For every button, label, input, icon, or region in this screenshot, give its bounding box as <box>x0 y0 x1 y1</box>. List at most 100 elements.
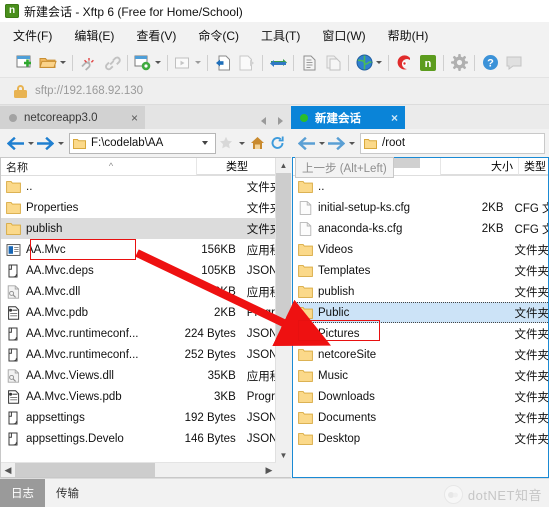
hscroll-track[interactable] <box>15 463 262 477</box>
table-row[interactable]: appsettings 192 Bytes JSON F <box>1 407 291 428</box>
menu-file[interactable]: 文件(F) <box>12 25 53 46</box>
back-button[interactable] <box>6 132 25 154</box>
table-row[interactable]: anaconda-ks.cfg 2KB CFG 文 <box>293 218 548 239</box>
transfer-left-icon[interactable] <box>213 53 233 73</box>
title-bar: n 新建会话 - Xftp 6 (Free for Home/School) <box>0 0 549 22</box>
table-row[interactable]: AA.Mvc.dll 9KB 应用程 <box>1 281 291 302</box>
back-button[interactable] <box>297 132 316 154</box>
open-folder-dropdown-icon[interactable] <box>58 53 67 73</box>
table-row[interactable]: AA.Mvc.Views.pdb 3KB Progra <box>1 386 291 407</box>
local-vertical-scrollbar[interactable]: ▲ ▼ <box>275 158 291 477</box>
tab-close-icon[interactable]: × <box>391 112 398 124</box>
menu-view[interactable]: 查看(V) <box>135 25 177 46</box>
open-folder-icon[interactable] <box>38 53 58 73</box>
lock-icon <box>14 84 27 98</box>
local-horizontal-scrollbar[interactable]: ◀ ▶ <box>1 462 276 477</box>
table-row[interactable]: Desktop 文件夹 <box>293 428 548 449</box>
cell-size: 3KB <box>214 390 236 403</box>
sync-transfer-icon[interactable] <box>268 53 288 73</box>
local-file-list: 名称 .. 文件夹 Properties 文件夹 publish 文件夹 AA.Mvc 156… <box>0 157 291 478</box>
tab-scroll-right-icon[interactable] <box>278 117 283 125</box>
xshell-icon[interactable] <box>394 53 414 73</box>
favorites-icon[interactable] <box>216 132 236 154</box>
table-row[interactable]: initial-setup-ks.cfg 2KB CFG 文 <box>293 197 548 218</box>
table-row[interactable]: AA.Mvc.runtimeconf... 224 Bytes JSON F <box>1 323 291 344</box>
table-row[interactable]: Public 文件夹 <box>293 302 548 323</box>
local-path-input[interactable]: F:\codelab\AA <box>69 132 216 154</box>
cell-name: Templates <box>293 264 435 278</box>
table-row[interactable]: AA.Mvc.runtimeconf... 252 Bytes JSON F <box>1 344 291 365</box>
tab-log[interactable]: 日志 <box>0 478 45 507</box>
back-dropdown-icon[interactable] <box>316 132 327 154</box>
scroll-left-icon[interactable]: ◀ <box>1 465 15 476</box>
menu-command[interactable]: 命令(C) <box>197 25 240 46</box>
table-row[interactable]: AA.Mvc.pdb 2KB Progra <box>1 302 291 323</box>
address-bar[interactable]: sftp://192.168.92.130 <box>0 78 549 105</box>
new-session-icon[interactable] <box>14 53 34 73</box>
chevron-down-icon[interactable] <box>202 141 208 145</box>
transfer-dropdown-icon <box>193 53 202 73</box>
table-row[interactable]: Downloads 文件夹 <box>293 386 548 407</box>
favorites-dropdown-icon[interactable] <box>236 132 247 154</box>
folder-icon <box>298 264 313 277</box>
cell-name: Documents <box>293 411 435 425</box>
back-dropdown-icon[interactable] <box>25 132 36 154</box>
table-row[interactable]: Documents 文件夹 <box>293 407 548 428</box>
tab-new-session[interactable]: 新建会话 × <box>291 106 405 129</box>
cell-type: 文件夹 <box>514 286 548 299</box>
column-header-type[interactable]: 类型 <box>519 158 548 175</box>
cell-type: CFG 文 <box>514 202 548 215</box>
scroll-down-icon[interactable]: ▼ <box>276 448 291 463</box>
table-row[interactable]: AA.Mvc 156KB 应用程序 <box>1 239 291 260</box>
remote-path-input[interactable]: /root <box>360 132 545 154</box>
tab-transfer[interactable]: 传输 <box>45 479 90 507</box>
menu-window[interactable]: 窗口(W) <box>321 25 366 46</box>
table-row[interactable]: appsettings.Develo 146 Bytes JSON F <box>1 428 291 449</box>
menu-tools[interactable]: 工具(T) <box>260 25 301 46</box>
table-row[interactable]: AA.Mvc.deps 105KB JSON F <box>1 260 291 281</box>
session-properties-dropdown-icon[interactable] <box>153 53 162 73</box>
cell-name: AA.Mvc.Views.pdb <box>1 389 172 404</box>
table-row[interactable]: publish 文件夹 <box>293 281 548 302</box>
table-row[interactable]: publish 文件夹 <box>1 218 291 239</box>
forward-button[interactable] <box>327 132 346 154</box>
xftp-icon[interactable]: n <box>418 53 438 73</box>
table-row[interactable]: .. <box>293 176 548 197</box>
refresh-icon[interactable] <box>267 132 287 154</box>
cell-type: 文件夹 <box>514 370 548 383</box>
table-row[interactable]: Pictures 文件夹 <box>293 323 548 344</box>
table-row[interactable]: .. 文件夹 <box>1 176 291 197</box>
table-row[interactable]: Videos 文件夹 <box>293 239 548 260</box>
cell-size: 156KB <box>201 243 236 256</box>
json-file-icon <box>8 264 18 277</box>
scroll-up-icon[interactable]: ▲ <box>276 158 291 173</box>
pdb-file-icon <box>8 389 20 404</box>
cell-name: Pictures <box>293 327 435 341</box>
tab-scroll-left-icon[interactable] <box>261 117 266 125</box>
table-row[interactable]: Properties 文件夹 <box>1 197 291 218</box>
table-row[interactable]: Music 文件夹 <box>293 365 548 386</box>
local-hscroll-thumb[interactable] <box>15 463 155 477</box>
menu-edit[interactable]: 编辑(E) <box>73 25 115 46</box>
gear-icon[interactable] <box>449 53 469 73</box>
home-icon[interactable] <box>247 132 267 154</box>
tab-close-icon[interactable]: × <box>131 112 138 124</box>
tab-netcoreapp30[interactable]: netcoreapp3.0 × <box>0 106 145 129</box>
forward-dropdown-icon[interactable] <box>346 132 357 154</box>
column-header-size[interactable]: 大小 <box>441 158 519 175</box>
cell-name: Downloads <box>293 390 435 404</box>
forward-button[interactable] <box>36 132 55 154</box>
globe-icon[interactable] <box>354 53 374 73</box>
session-properties-icon[interactable] <box>133 53 153 73</box>
table-row[interactable]: AA.Mvc.Views.dll 35KB 应用程 <box>1 365 291 386</box>
table-row[interactable]: netcoreSite 文件夹 <box>293 344 548 365</box>
forward-dropdown-icon[interactable] <box>55 132 66 154</box>
column-header-type[interactable]: 类型 <box>221 158 277 175</box>
column-header-name[interactable]: 名称 <box>1 158 197 175</box>
globe-dropdown-icon[interactable] <box>374 53 383 73</box>
help-icon[interactable]: ? <box>480 53 500 73</box>
scroll-right-icon[interactable]: ▶ <box>262 465 276 476</box>
table-row[interactable]: Templates 文件夹 <box>293 260 548 281</box>
menu-help[interactable]: 帮助(H) <box>387 25 430 46</box>
local-scroll-thumb[interactable] <box>276 173 291 341</box>
